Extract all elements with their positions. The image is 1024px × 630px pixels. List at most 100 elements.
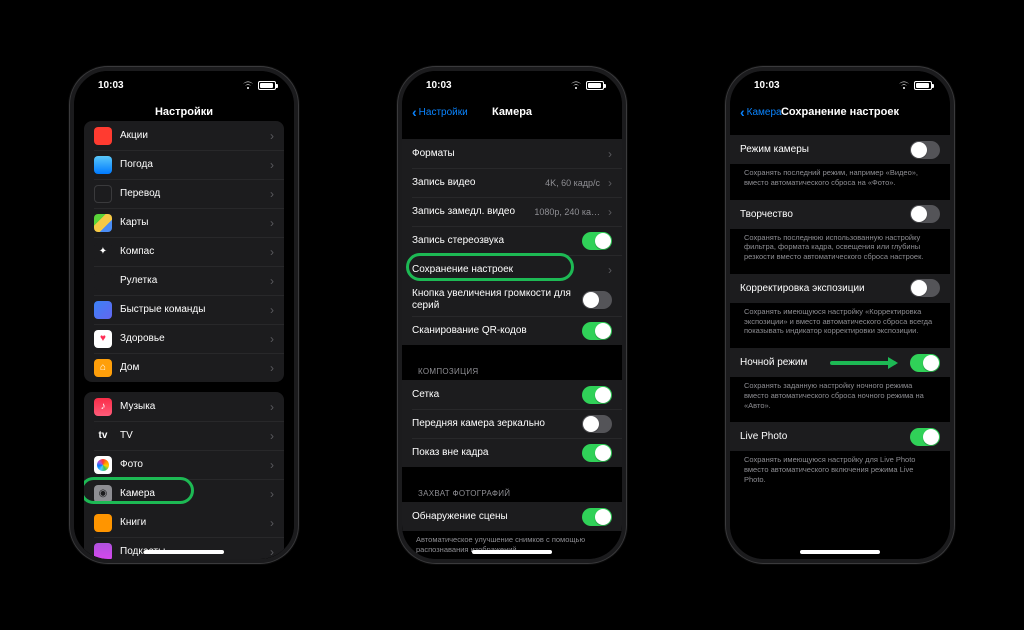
toggle-switch[interactable]	[910, 428, 940, 446]
toggle-switch[interactable]	[582, 415, 612, 433]
row-label: Передняя камера зеркально	[412, 418, 574, 429]
row-label: Live Photo	[740, 431, 902, 442]
settings-row[interactable]: Акции›	[84, 121, 284, 150]
home-indicator[interactable]	[800, 550, 880, 554]
row-detail: 1080p, 240 ка…	[534, 207, 600, 217]
row-detail: 4K, 60 кадр/с	[545, 178, 600, 188]
chevron-right-icon: ›	[608, 147, 612, 161]
toggle-switch[interactable]	[910, 205, 940, 223]
chevron-right-icon: ›	[270, 429, 274, 443]
settings-row[interactable]: ✦Компас›	[84, 237, 284, 266]
phone-camera-settings: 10:03 ➤ ‹ Настройки Камера Форматы›Запис…	[398, 67, 626, 563]
app-icon	[94, 514, 112, 532]
toggle-switch[interactable]	[582, 508, 612, 526]
row-label: Запись стереозвука	[412, 235, 574, 246]
settings-row[interactable]: Творчество	[730, 200, 950, 229]
section-footer: Сохранять последнюю использованную настр…	[730, 229, 950, 264]
settings-row[interactable]: Live Photo	[730, 422, 950, 451]
row-label: Корректировка экспозиции	[740, 283, 902, 294]
chevron-right-icon: ›	[270, 458, 274, 472]
chevron-right-icon: ›	[608, 205, 612, 219]
settings-row[interactable]: ♥Здоровье›	[84, 324, 284, 353]
settings-row[interactable]: Сетка	[402, 380, 622, 409]
settings-row[interactable]: Карты ›	[84, 208, 284, 237]
arrow-hint	[830, 361, 896, 365]
toggle-switch[interactable]	[582, 322, 612, 340]
row-label: Запись замедл. видео	[412, 206, 526, 217]
app-icon	[94, 156, 112, 174]
settings-row[interactable]: Подкасты›	[84, 537, 284, 559]
back-button[interactable]: ‹ Настройки	[412, 99, 468, 125]
settings-row[interactable]: Сканирование QR-кодов	[402, 316, 622, 345]
app-icon	[94, 214, 112, 232]
section-footer: Сохранять заданную настройку ночного реж…	[730, 377, 950, 412]
section-header: ЗАХВАТ ФОТОГРАФИЙ	[402, 477, 622, 502]
settings-row[interactable]: Запись стереозвука	[402, 226, 622, 255]
settings-row[interactable]: ♪Музыка›	[84, 392, 284, 421]
settings-row[interactable]: Рулетка›	[84, 266, 284, 295]
chevron-right-icon: ›	[270, 187, 274, 201]
row-label: Показ вне кадра	[412, 447, 574, 458]
settings-row[interactable]: Перевод ›	[84, 179, 284, 208]
settings-row[interactable]: Фото ›	[84, 450, 284, 479]
phone-preserve-settings: 10:03 ➤ ‹ Камера Сохранение настроек Реж…	[726, 67, 954, 563]
chevron-right-icon: ›	[270, 332, 274, 346]
toggle-switch[interactable]	[582, 291, 612, 309]
toggle-switch[interactable]	[582, 232, 612, 250]
page-title: Камера	[492, 106, 532, 118]
app-icon	[94, 456, 112, 474]
notch	[124, 71, 244, 93]
status-time: 10:03	[98, 80, 124, 91]
row-label: Карты	[120, 217, 262, 228]
settings-row[interactable]: Показ вне кадра	[402, 438, 622, 467]
row-label: Творчество	[740, 209, 902, 220]
app-icon: ⌂	[94, 359, 112, 377]
settings-row[interactable]: Обнаружение сцены	[402, 502, 622, 531]
chevron-right-icon: ›	[270, 516, 274, 530]
chevron-right-icon: ›	[270, 245, 274, 259]
row-label: Кнопка увеличения громкости для серий	[412, 288, 574, 312]
row-label: Погода	[120, 159, 262, 170]
section-header: КОМПОЗИЦИЯ	[402, 355, 622, 380]
row-label: Сканирование QR-кодов	[412, 325, 574, 336]
settings-row[interactable]: Запись замедл. видео 1080p, 240 ка… ›	[402, 197, 622, 226]
row-label: Фото	[120, 459, 262, 470]
settings-row[interactable]: ◉Камера›	[84, 479, 284, 508]
toggle-switch[interactable]	[910, 279, 940, 297]
row-label: TV	[120, 430, 262, 441]
row-label: Обнаружение сцены	[412, 511, 574, 522]
page-title: Сохранение настроек	[781, 106, 899, 118]
chevron-left-icon: ‹	[412, 105, 417, 119]
chevron-right-icon: ›	[270, 400, 274, 414]
settings-row[interactable]: Форматы›	[402, 139, 622, 168]
chevron-right-icon: ›	[270, 545, 274, 559]
chevron-right-icon: ›	[270, 216, 274, 230]
settings-row[interactable]: ⌂Дом›	[84, 353, 284, 382]
settings-row[interactable]: tvTV›	[84, 421, 284, 450]
home-indicator[interactable]	[144, 550, 224, 554]
row-label: Перевод	[120, 188, 262, 199]
home-indicator[interactable]	[472, 550, 552, 554]
app-icon: ✦	[94, 243, 112, 261]
settings-row[interactable]: Книги ›	[84, 508, 284, 537]
chevron-right-icon: ›	[608, 263, 612, 277]
settings-row[interactable]: Погода›	[84, 150, 284, 179]
section-footer: Сохранять последний режим, например «Вид…	[730, 164, 950, 190]
toggle-switch[interactable]	[910, 141, 940, 159]
wifi-icon	[898, 80, 910, 90]
toggle-switch[interactable]	[910, 354, 940, 372]
settings-row[interactable]: Сохранение настроек›	[402, 255, 622, 284]
settings-row[interactable]: Корректировка экспозиции	[730, 274, 950, 303]
settings-row[interactable]: Передняя камера зеркально	[402, 409, 622, 438]
toggle-switch[interactable]	[582, 386, 612, 404]
row-label: Книги	[120, 517, 262, 528]
row-label: Быстрые команды	[120, 304, 262, 315]
settings-row[interactable]: Кнопка увеличения громкости для серий	[402, 284, 622, 316]
toggle-switch[interactable]	[582, 444, 612, 462]
back-button[interactable]: ‹ Камера	[740, 99, 782, 125]
battery-icon	[258, 81, 276, 90]
settings-row[interactable]: Запись видео4K, 60 кадр/с›	[402, 168, 622, 197]
settings-row[interactable]: Режим камеры	[730, 135, 950, 164]
settings-row[interactable]: Быстрые команды ›	[84, 295, 284, 324]
chevron-right-icon: ›	[270, 303, 274, 317]
